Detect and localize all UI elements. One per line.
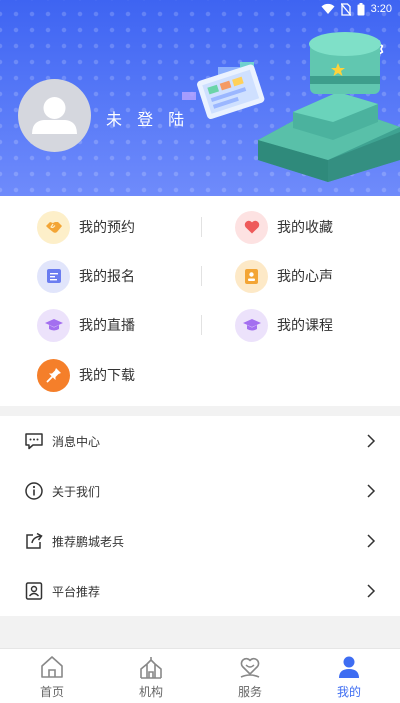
chevron-right-icon (367, 534, 376, 548)
handshake-icon (37, 210, 70, 244)
status-bar: 3:20 (0, 0, 400, 18)
divider (201, 266, 202, 286)
building-icon (140, 657, 162, 679)
no-sim-icon (340, 2, 351, 16)
default-user-icon (32, 97, 77, 134)
chevron-right-icon (367, 484, 376, 498)
feature-label: 我的报名 (79, 269, 135, 285)
nav-tab-label: 机构 (138, 685, 163, 699)
avatar[interactable] (18, 79, 91, 152)
heart-icon (235, 210, 268, 244)
nav-tab-institutions[interactable]: 机构 (101, 649, 201, 703)
home-icon (41, 656, 63, 678)
my-courses-button[interactable]: 我的课程 (235, 308, 333, 342)
wifi-icon (321, 3, 335, 15)
menu-item-about-us[interactable]: 关于我们 (0, 466, 400, 516)
bottom-navigation: 首页 机构 服务 我的 (0, 648, 400, 703)
military-cap-illustration (182, 32, 400, 182)
nav-tab-label: 首页 (39, 685, 64, 699)
battery-icon (357, 2, 365, 15)
my-appointments-button[interactable]: 我的预约 (37, 210, 135, 244)
nav-tab-services[interactable]: 服务 (200, 649, 300, 703)
my-favorites-button[interactable]: 我的收藏 (235, 210, 333, 244)
feature-label: 我的下载 (79, 368, 135, 384)
menu-item-label: 平台推荐 (52, 585, 101, 599)
menu-item-recommend-veterans[interactable]: 推荐鹏城老兵 (0, 516, 400, 566)
menu-item-label: 推荐鹏城老兵 (52, 535, 125, 549)
chevron-right-icon (367, 434, 376, 448)
my-live-button[interactable]: 我的直播 (37, 308, 135, 342)
nav-tab-mine[interactable]: 我的 (299, 649, 399, 703)
user-card-icon (25, 582, 43, 600)
nav-tab-home[interactable]: 首页 (2, 649, 102, 703)
my-features-panel: 我的预约 我的收藏 我的报名 我的心声 我的直播 我的课程 我的下载 (0, 196, 400, 406)
my-feedback-button[interactable]: 我的心声 (235, 259, 333, 293)
menu-item-platform-recommend[interactable]: 平台推荐 (0, 566, 400, 616)
menu-item-label: 消息中心 (52, 435, 101, 449)
share-icon (26, 532, 43, 549)
menu-item-message-center[interactable]: 消息中心 (0, 416, 400, 466)
chevron-right-icon (367, 584, 376, 598)
feature-label: 我的收藏 (277, 220, 333, 236)
graduation-cap-icon (235, 308, 268, 342)
settings-menu-list: 消息中心 关于我们 推荐鹏城老兵 平台推荐 (0, 416, 400, 616)
feature-label: 我的直播 (79, 318, 135, 334)
feature-label: 我的心声 (277, 269, 333, 285)
divider (201, 217, 202, 237)
divider (201, 315, 202, 335)
feature-label: 我的课程 (277, 318, 333, 334)
feature-label: 我的预约 (79, 220, 135, 236)
nav-tab-label: 服务 (237, 685, 262, 699)
service-heart-icon (240, 657, 260, 678)
message-icon (25, 433, 43, 450)
my-downloads-button[interactable]: 我的下载 (37, 358, 135, 392)
pin-icon (37, 358, 70, 392)
menu-item-label: 关于我们 (52, 485, 101, 499)
login-status-text[interactable]: 未 登 陆 (106, 106, 189, 130)
status-icons: 3:20 (321, 1, 392, 17)
person-icon (339, 656, 359, 678)
status-time: 3:20 (370, 3, 392, 15)
nav-tab-label: 我的 (336, 685, 361, 699)
contact-card-icon (235, 259, 268, 293)
my-registrations-button[interactable]: 我的报名 (37, 259, 135, 293)
info-icon (25, 482, 43, 500)
form-icon (37, 259, 70, 293)
graduation-cap-icon (37, 308, 70, 342)
profile-header: 3:20 未 登 陆 (0, 0, 400, 196)
